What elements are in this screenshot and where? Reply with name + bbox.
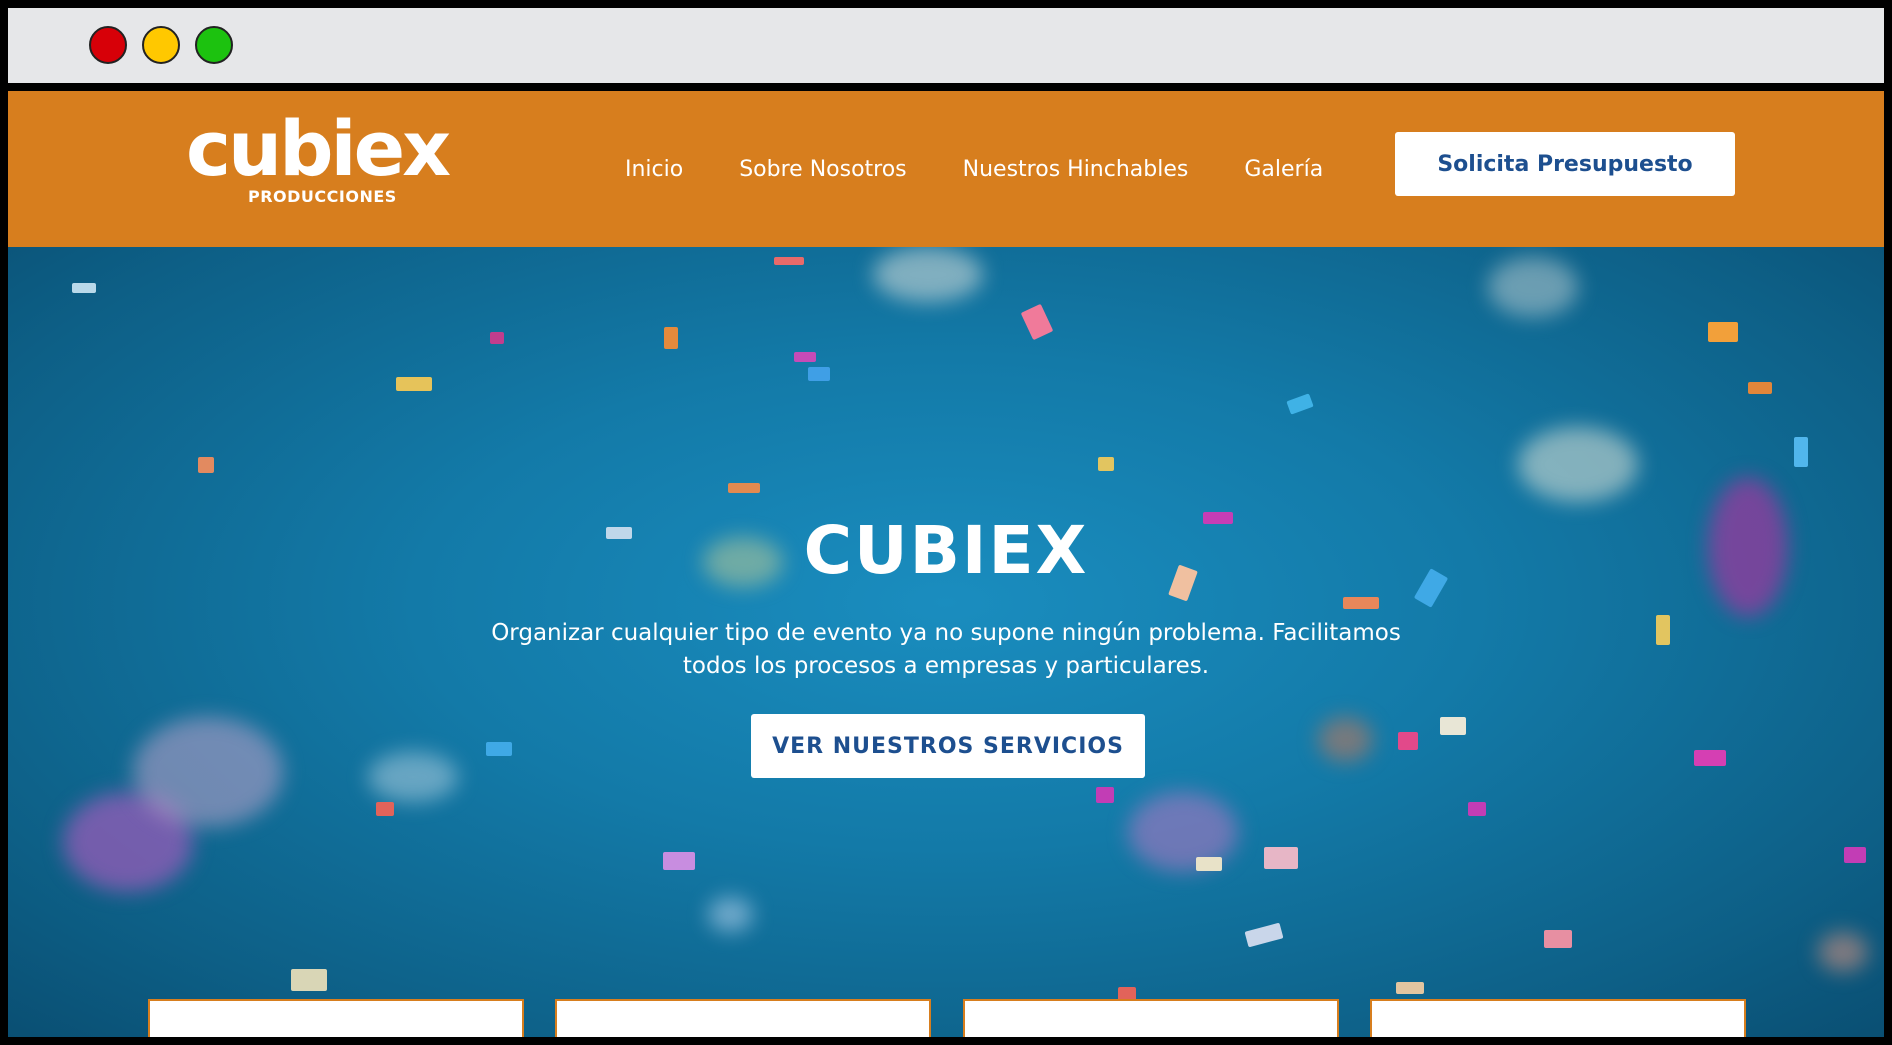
service-card[interactable] bbox=[1370, 999, 1746, 1037]
confetti-piece bbox=[198, 457, 214, 473]
confetti-blob bbox=[1488, 257, 1578, 317]
confetti-piece bbox=[1656, 615, 1670, 645]
nav-item-inicio[interactable]: Inicio bbox=[625, 157, 683, 182]
confetti-blob bbox=[873, 247, 983, 302]
hero-description: Organizar cualquier tipo de evento ya no… bbox=[491, 620, 1401, 679]
confetti-piece bbox=[1440, 717, 1466, 735]
main-nav: Inicio Sobre Nosotros Nuestros Hinchable… bbox=[625, 91, 1379, 247]
logo-wordmark: cubiex bbox=[186, 104, 451, 193]
confetti-piece bbox=[1398, 732, 1418, 750]
confetti-piece bbox=[774, 257, 804, 265]
service-card[interactable] bbox=[963, 999, 1339, 1037]
confetti-piece bbox=[728, 483, 760, 493]
request-quote-button[interactable]: Solicita Presupuesto bbox=[1395, 132, 1735, 196]
confetti-blob bbox=[708, 897, 753, 932]
confetti-piece bbox=[1264, 847, 1298, 869]
minimize-window-button[interactable] bbox=[142, 26, 180, 64]
site-header: cubiex PRODUCCIONES Inicio Sobre Nosotro… bbox=[8, 91, 1884, 247]
confetti-piece bbox=[291, 969, 327, 991]
confetti-blob bbox=[1818, 932, 1868, 972]
logo-subtitle: PRODUCCIONES bbox=[248, 187, 397, 206]
hero-title: CUBIEX bbox=[803, 512, 1089, 589]
maximize-window-button[interactable] bbox=[195, 26, 233, 64]
confetti-piece bbox=[1244, 922, 1284, 948]
confetti-piece bbox=[794, 352, 816, 362]
confetti-piece bbox=[396, 377, 432, 391]
service-card[interactable] bbox=[555, 999, 931, 1037]
confetti-piece bbox=[1544, 930, 1572, 948]
confetti-piece bbox=[72, 283, 96, 293]
logo[interactable]: cubiex PRODUCCIONES bbox=[180, 111, 451, 217]
confetti-blob bbox=[368, 752, 458, 802]
service-card[interactable] bbox=[148, 999, 524, 1037]
confetti-piece bbox=[664, 327, 678, 349]
hero-section: CUBIEX Organizar cualquier tipo de event… bbox=[8, 247, 1884, 1037]
browser-chrome bbox=[8, 8, 1884, 83]
confetti-piece bbox=[486, 742, 512, 756]
nav-item-galeria[interactable]: Galería bbox=[1244, 157, 1323, 182]
nav-item-nuestros-hinchables[interactable]: Nuestros Hinchables bbox=[963, 157, 1189, 182]
view-services-button[interactable]: VER NUESTROS SERVICIOS bbox=[751, 714, 1145, 778]
close-window-button[interactable] bbox=[89, 26, 127, 64]
confetti-piece bbox=[1844, 847, 1866, 863]
confetti-piece bbox=[1020, 303, 1054, 341]
confetti-blob bbox=[133, 717, 283, 827]
confetti-piece bbox=[1748, 382, 1772, 394]
confetti-piece bbox=[1468, 802, 1486, 816]
confetti-piece bbox=[1708, 322, 1738, 342]
confetti-piece bbox=[1286, 393, 1314, 415]
confetti-piece bbox=[376, 802, 394, 816]
confetti-piece bbox=[1694, 750, 1726, 766]
screen: cubiex PRODUCCIONES Inicio Sobre Nosotro… bbox=[0, 0, 1892, 1045]
confetti-blob bbox=[1518, 427, 1638, 502]
nav-item-sobre-nosotros[interactable]: Sobre Nosotros bbox=[739, 157, 906, 182]
confetti-piece bbox=[1096, 787, 1114, 803]
confetti-piece bbox=[1196, 857, 1222, 871]
confetti-piece bbox=[1396, 982, 1424, 994]
confetti-blob bbox=[1318, 717, 1373, 762]
confetti-piece bbox=[1794, 437, 1808, 467]
confetti-piece bbox=[663, 852, 695, 870]
confetti-piece bbox=[1343, 597, 1379, 609]
confetti-piece bbox=[808, 367, 830, 381]
confetti-piece bbox=[1098, 457, 1114, 471]
confetti-piece bbox=[490, 332, 504, 344]
